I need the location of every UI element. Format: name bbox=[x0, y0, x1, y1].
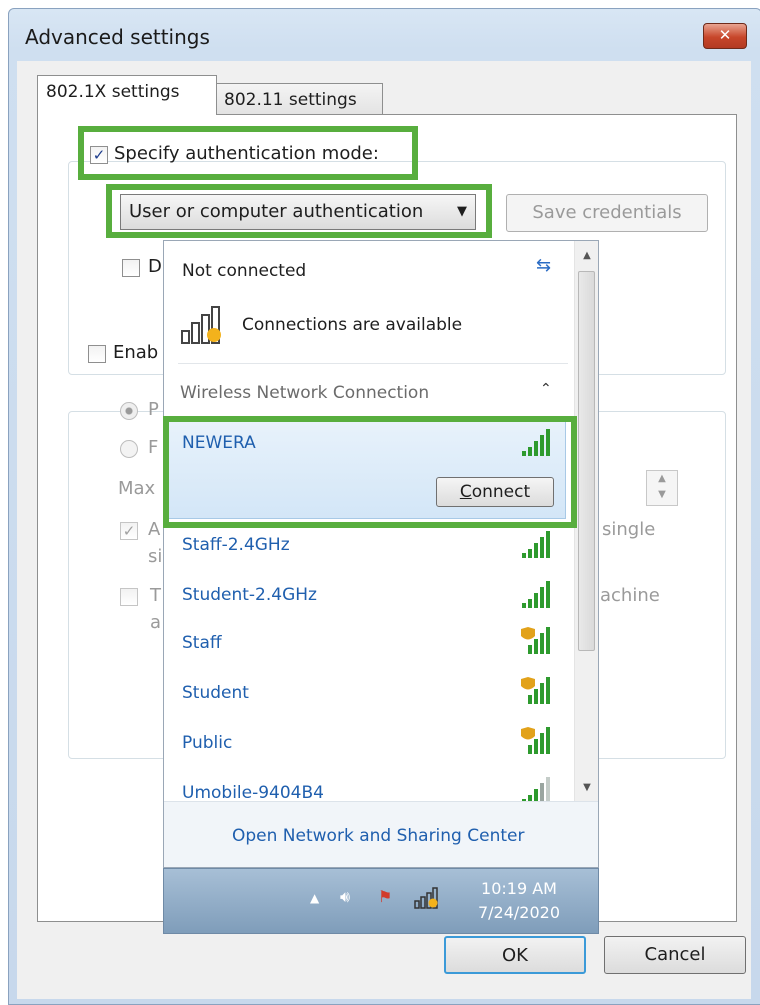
highlight-selected-network bbox=[163, 416, 577, 528]
clock-time: 10:19 AM bbox=[481, 879, 557, 898]
sso-option-a-label-right: single bbox=[602, 519, 656, 540]
title-bar[interactable]: Advanced settings ✕ bbox=[9, 9, 760, 61]
sso-option-a-checkbox[interactable]: ✓ bbox=[120, 522, 138, 540]
delete-credentials-label: D bbox=[148, 256, 162, 277]
network-name[interactable]: Staff-2.4GHz bbox=[182, 535, 290, 555]
network-flyout: Not connected ⇆ Connections are availabl… bbox=[163, 240, 599, 868]
connection-status: Not connected bbox=[182, 261, 307, 281]
connections-available-label: Connections are available bbox=[242, 315, 463, 335]
network-name[interactable]: Student bbox=[182, 683, 249, 703]
action-center-icon[interactable]: ⚑ bbox=[378, 887, 392, 906]
sso-option-a-label: A bbox=[148, 519, 161, 540]
enable-sso-label: Enab bbox=[113, 342, 159, 363]
max-delay-label: Max bbox=[118, 478, 156, 499]
sso-radio-2-label: F bbox=[148, 437, 159, 458]
cancel-button[interactable]: Cancel bbox=[604, 936, 746, 974]
ok-button[interactable]: OK bbox=[444, 936, 586, 974]
secured-signal-icon bbox=[521, 627, 550, 654]
divider bbox=[178, 363, 568, 364]
highlight-auth-mode-dropdown bbox=[106, 184, 492, 238]
secured-signal-icon bbox=[521, 727, 550, 754]
taskbar-tray: ▲ 🔊︎ ⚑ 10:19 AM 7/24/2020 bbox=[163, 868, 599, 934]
scroll-down-icon[interactable]: ▼ bbox=[575, 777, 598, 799]
scrollbar-thumb[interactable] bbox=[578, 271, 595, 651]
network-available-icon bbox=[181, 306, 221, 344]
max-delay-spinner[interactable]: ▲ ▼ bbox=[646, 470, 678, 506]
sso-option-t-label-line2: a bbox=[150, 612, 162, 633]
network-name[interactable]: Student-2.4GHz bbox=[182, 585, 317, 605]
tab-80211-settings[interactable]: 802.11 settings bbox=[215, 83, 383, 116]
secured-signal-icon bbox=[521, 677, 550, 704]
close-button[interactable]: ✕ bbox=[703, 23, 747, 49]
sso-radio-2[interactable] bbox=[120, 440, 138, 458]
sso-option-a-label-line2: si bbox=[148, 546, 163, 567]
enable-sso-checkbox[interactable] bbox=[88, 345, 106, 363]
scroll-up-icon[interactable]: ▲ bbox=[575, 245, 598, 267]
tab-8021x-settings[interactable]: 802.1X settings bbox=[37, 75, 217, 115]
delete-credentials-checkbox[interactable] bbox=[122, 259, 140, 277]
show-hidden-icons-icon[interactable]: ▲ bbox=[310, 891, 319, 905]
wireless-section-heading: Wireless Network Connection bbox=[180, 383, 430, 403]
sso-option-t-checkbox[interactable] bbox=[120, 588, 138, 606]
network-tray-icon[interactable] bbox=[414, 887, 440, 909]
network-name[interactable]: Staff bbox=[182, 633, 222, 653]
network-name[interactable]: Public bbox=[182, 733, 232, 753]
save-credentials-button[interactable]: Save credentials bbox=[506, 194, 708, 232]
network-name[interactable]: Umobile-9404B4 bbox=[182, 783, 324, 803]
signal-strength-icon bbox=[522, 531, 550, 558]
chevron-up-icon[interactable]: ⌃ bbox=[540, 381, 552, 397]
sso-option-t-label-right: achine bbox=[600, 585, 660, 606]
sso-option-t-label: T bbox=[150, 585, 161, 606]
refresh-icon[interactable]: ⇆ bbox=[536, 255, 551, 276]
clock-date: 7/24/2020 bbox=[477, 903, 561, 922]
taskbar-clock[interactable]: 10:19 AM 7/24/2020 bbox=[464, 877, 574, 925]
sso-radio-1[interactable] bbox=[120, 402, 138, 420]
flyout-footer: Open Network and Sharing Center bbox=[164, 801, 598, 867]
flyout-scrollbar[interactable]: ▲ ▼ bbox=[574, 241, 598, 801]
highlight-specify-auth-mode bbox=[78, 126, 418, 180]
signal-strength-icon bbox=[522, 581, 550, 608]
sso-radio-1-label: P bbox=[148, 399, 159, 420]
volume-icon[interactable]: 🔊︎ bbox=[340, 887, 350, 907]
open-network-sharing-center-link[interactable]: Open Network and Sharing Center bbox=[232, 826, 524, 846]
window-title: Advanced settings bbox=[25, 25, 210, 49]
